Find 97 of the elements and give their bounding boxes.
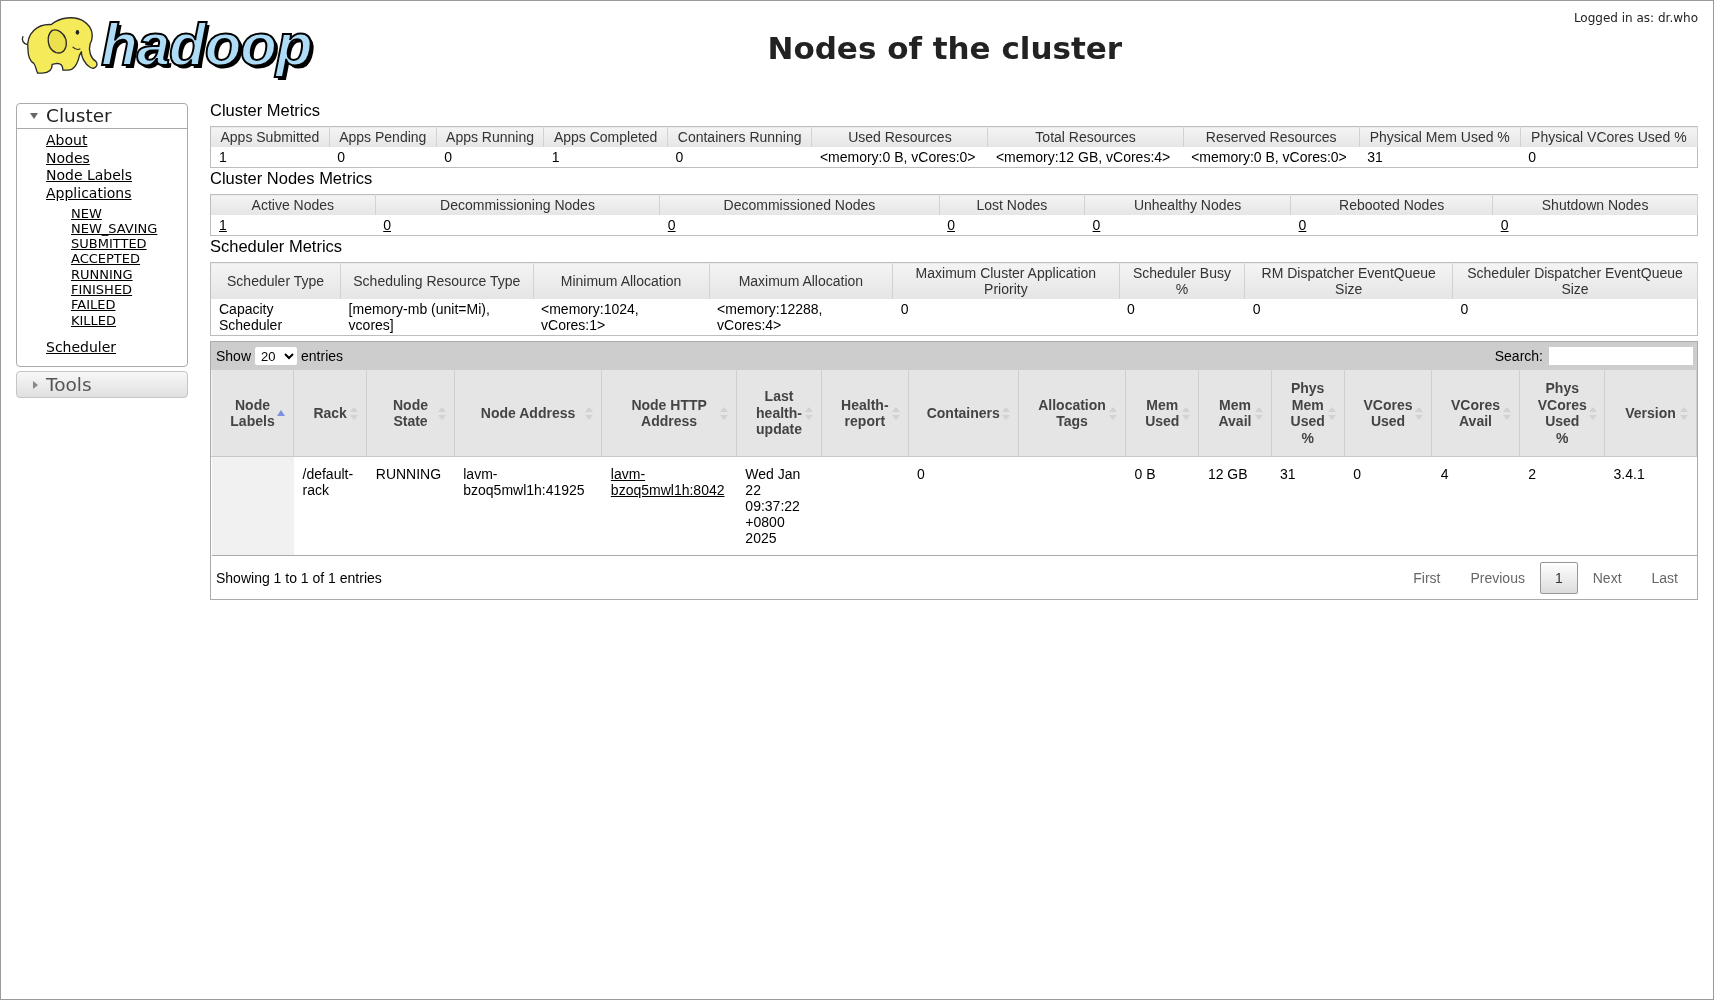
table-cell: 0	[1452, 299, 1698, 336]
table-cell: 0	[1119, 299, 1245, 336]
page-title: Nodes of the cluster	[767, 30, 1123, 66]
table-cell: 4	[1431, 456, 1520, 556]
column-header: Scheduling Resource Type	[340, 262, 533, 299]
table-cell: RUNNING	[366, 456, 455, 556]
table-cell: <memory:12288, vCores:4>	[709, 299, 893, 336]
column-header: Used Resources	[811, 126, 988, 147]
table-cell: Capacity Scheduler	[210, 299, 341, 336]
column-header: Decommissioning Nodes	[375, 194, 660, 215]
nav-link[interactable]: SUBMITTED	[71, 236, 147, 252]
table-cell: 2	[1519, 456, 1605, 556]
table-cell: 1	[543, 147, 668, 168]
length-label: entries	[301, 348, 344, 364]
table-cell: <memory:0 B, vCores:0>	[1183, 147, 1360, 168]
table-info-text: Showing 1 to 1 of 1 entries	[216, 569, 382, 586]
column-header: Apps Pending	[329, 126, 437, 147]
table-cell: [memory-mb (unit=Mi), vcores]	[340, 299, 533, 336]
table-cell: <memory:12 GB, vCores:4>	[987, 147, 1184, 168]
table-cell: lavm-bzoq5mwl1h:41925	[454, 456, 602, 556]
section-heading: Scheduler Metrics	[210, 236, 343, 257]
column-header: Active Nodes	[210, 194, 376, 215]
table-cell: 0	[436, 147, 544, 168]
table-cell: 0	[667, 147, 812, 168]
table-cell: 0	[892, 299, 1119, 336]
table-cell: 1	[210, 147, 330, 168]
column-header[interactable]: Containers	[926, 404, 1000, 422]
search-label: Search:	[1494, 348, 1543, 364]
length-label: Show	[216, 348, 252, 364]
nav-link[interactable]: KILLED	[71, 312, 117, 328]
table-link[interactable]: 0	[947, 217, 955, 233]
table-cell: 12 GB	[1198, 456, 1272, 556]
user-status-text: Logged in as: dr.who	[1573, 11, 1698, 25]
page-size-select[interactable]: 20	[255, 347, 298, 365]
table-cell: 0 B	[1125, 456, 1199, 556]
sidebar-section-header[interactable]: Tools	[17, 372, 187, 398]
table-cell: <memory:1024, vCores:1>	[533, 299, 710, 336]
column-header: Minimum Allocation	[533, 262, 710, 299]
table-cell: 0	[1520, 147, 1698, 168]
section-heading: Cluster Nodes Metrics	[210, 168, 373, 189]
column-header: Unhealthy Nodes	[1084, 194, 1291, 215]
column-header: Apps Completed	[543, 126, 668, 147]
table-cell: 0	[1244, 299, 1453, 336]
column-header: Total Resources	[987, 126, 1184, 147]
column-header: Scheduler Busy %	[1119, 262, 1245, 299]
column-header: Physical VCores Used %	[1520, 126, 1698, 147]
nav-link[interactable]: About	[46, 132, 88, 150]
table-cell: 0	[329, 147, 437, 168]
table-link[interactable]: 0	[383, 217, 391, 233]
nav-link[interactable]: ACCEPTED	[71, 251, 141, 267]
table-link[interactable]: 0	[667, 217, 676, 233]
column-header: Shutdown Nodes	[1492, 194, 1698, 215]
table-cell: 0	[908, 456, 1019, 556]
table-cell: 31	[1359, 147, 1521, 168]
table-link[interactable]: 1	[219, 217, 227, 233]
column-header[interactable]: Version	[1625, 404, 1676, 422]
column-header: Maximum Allocation	[709, 262, 893, 299]
table-cell: 31	[1271, 456, 1345, 556]
column-header: Scheduler Dispatcher EventQueue Size	[1452, 262, 1698, 299]
column-header: Lost Nodes	[939, 194, 1085, 215]
pagination-button[interactable]: 1	[1539, 561, 1578, 594]
nav-link[interactable]: RUNNING	[71, 266, 133, 282]
column-header: Apps Running	[436, 126, 544, 147]
column-header: Decommissioned Nodes	[659, 194, 940, 215]
table-cell: <memory:0 B, vCores:0>	[811, 147, 988, 168]
table-cell: /default-rack	[293, 456, 367, 556]
table-link[interactable]: lavm-bzoq5mwl1h:8042	[610, 466, 728, 498]
nav-link[interactable]: FAILED	[71, 297, 116, 313]
column-header: RM Dispatcher EventQueue Size	[1244, 262, 1453, 299]
column-header: Scheduler Type	[210, 262, 341, 299]
column-header: Physical Mem Used %	[1359, 126, 1521, 147]
column-header: Apps Submitted	[210, 126, 330, 147]
search-field[interactable]	[1549, 347, 1693, 365]
nav-link[interactable]: FINISHED	[71, 282, 133, 298]
nav-link[interactable]: Scheduler	[46, 338, 117, 357]
nav-link[interactable]: NEW	[71, 205, 102, 221]
table-link[interactable]: 0	[1298, 217, 1307, 233]
section-heading: Cluster Metrics	[210, 100, 320, 121]
table-link[interactable]: 0	[1092, 217, 1101, 233]
column-header[interactable]: Rack	[313, 404, 347, 422]
column-header: Containers Running	[667, 126, 812, 147]
column-header: Reserved Resources	[1183, 126, 1360, 147]
sidebar-section-header[interactable]: Cluster	[17, 104, 187, 129]
nav-link[interactable]: Node Labels	[46, 167, 133, 185]
logo-wordmark: hadoop	[101, 14, 313, 76]
column-header[interactable]: Mem Used	[1144, 396, 1181, 430]
column-header[interactable]: Mem Avail	[1217, 396, 1253, 430]
table-cell: Wed Jan 22 09:37:22 +0800 2025	[736, 456, 822, 556]
nav-link[interactable]: Applications	[46, 184, 132, 202]
table-cell: 0	[1344, 456, 1432, 556]
table-link[interactable]: 0	[1500, 217, 1509, 233]
column-header[interactable]: Node Address	[480, 404, 576, 422]
column-header: Maximum Cluster Application Priority	[892, 262, 1119, 299]
table-cell: 3.4.1	[1604, 456, 1697, 556]
nav-link[interactable]: NEW_SAVING	[71, 220, 158, 237]
nav-link[interactable]: Nodes	[46, 149, 90, 167]
column-header: Rebooted Nodes	[1290, 194, 1493, 215]
